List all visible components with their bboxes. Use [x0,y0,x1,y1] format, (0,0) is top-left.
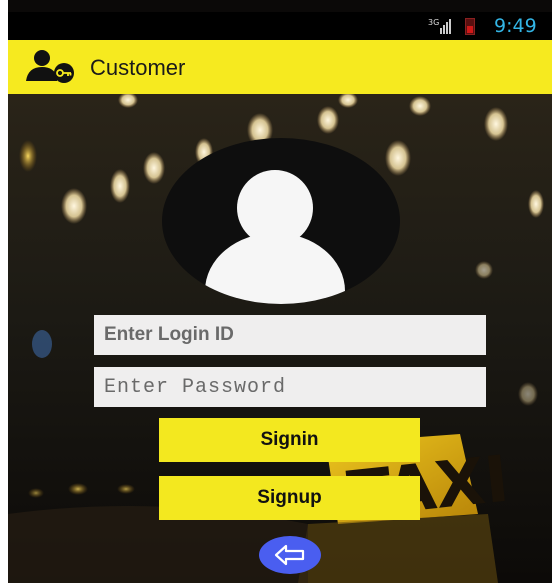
svg-text:3G: 3G [428,18,439,27]
signin-button[interactable]: Signin [159,418,420,462]
user-avatar-icon [162,138,400,304]
status-time: 9:49 [494,15,537,37]
action-bar: Customer [8,40,552,94]
customer-key-icon[interactable] [24,49,76,83]
signup-button[interactable]: Signup [159,476,420,520]
page-title: Customer [90,55,186,80]
status-bar: 3G 9:49 [8,12,552,40]
phone-screen: TAXI 3G 9:49 Customer Si [8,0,552,583]
battery-low-icon [465,18,475,35]
login-id-input[interactable] [94,315,486,355]
arrow-left-icon [274,544,305,566]
avatar-body [205,233,345,304]
back-button[interactable] [259,536,321,574]
signal-bars-icon: 3G [428,18,451,34]
password-input[interactable] [94,367,486,407]
